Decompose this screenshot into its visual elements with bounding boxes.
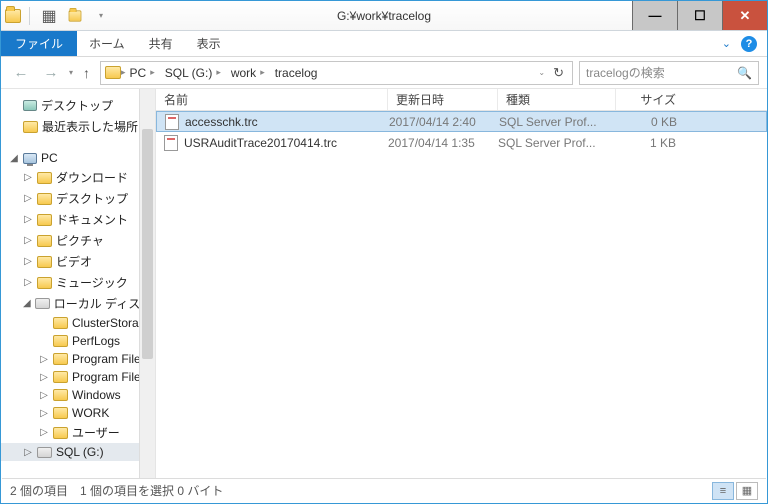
tree-item[interactable]: ▷ビデオ: [1, 251, 155, 272]
search-placeholder: tracelogの検索: [586, 64, 665, 81]
close-button[interactable]: ✕: [722, 1, 767, 30]
view-details-button[interactable]: ≡: [712, 482, 734, 500]
ribbon-file-tab[interactable]: ファイル: [1, 31, 77, 56]
file-icon: [165, 114, 179, 130]
folder-icon: [23, 121, 38, 133]
tree-item[interactable]: ▷Windows: [1, 386, 155, 404]
search-icon: 🔍: [737, 66, 752, 80]
tree-item[interactable]: ▷デスクトップ: [1, 188, 155, 209]
column-headers[interactable]: 名前 更新日時 種類 サイズ: [156, 89, 767, 111]
file-list: 名前 更新日時 種類 サイズ accesschk.trc 2017/04/14 …: [156, 89, 767, 479]
navigation-tree[interactable]: デスクトップ 最近表示した場所 ◢PC ▷ダウンロード ▷デスクトップ ▷ドキュ…: [1, 89, 156, 479]
qat-newfolder-icon[interactable]: [64, 5, 86, 27]
tree-item[interactable]: ▷Program Files: [1, 368, 155, 386]
file-row[interactable]: accesschk.trc 2017/04/14 2:40 SQL Server…: [156, 111, 767, 132]
nav-forward-button[interactable]: →: [39, 61, 63, 85]
file-icon: [164, 135, 178, 151]
ribbon-expand-icon[interactable]: ⌄: [722, 37, 731, 50]
desktop-icon: [23, 100, 37, 111]
col-size[interactable]: サイズ: [616, 89, 696, 110]
status-selection: 1 個の項目を選択 0 バイト: [80, 482, 223, 499]
maximize-button[interactable]: ☐: [677, 1, 722, 30]
help-icon[interactable]: ?: [741, 36, 757, 52]
qat-properties-icon[interactable]: ▦: [38, 5, 60, 27]
app-icon: [5, 9, 21, 23]
tree-item-recent[interactable]: 最近表示した場所: [1, 116, 155, 137]
col-name[interactable]: 名前: [156, 89, 388, 110]
tree-item-drive-sql[interactable]: ▷SQL (G:): [1, 443, 155, 461]
tree-item[interactable]: ▷Program Files: [1, 350, 155, 368]
tree-item[interactable]: ▷WORK: [1, 404, 155, 422]
drive-icon: [37, 447, 52, 458]
ribbon-tab-view[interactable]: 表示: [185, 31, 233, 56]
ribbon-tab-home[interactable]: ホーム: [77, 31, 137, 56]
folder-icon: [105, 66, 121, 79]
window-title: G:¥work¥tracelog: [337, 9, 431, 23]
tree-item[interactable]: ClusterStorag: [1, 314, 155, 332]
tree-item-pc[interactable]: ◢PC: [1, 149, 155, 167]
search-input[interactable]: tracelogの検索 🔍: [579, 61, 759, 85]
breadcrumb-item[interactable]: tracelog: [271, 66, 324, 80]
titlebar: ▦ ▾ G:¥work¥tracelog — ☐ ✕: [1, 1, 767, 31]
nav-back-button[interactable]: ←: [9, 61, 33, 85]
address-dropdown-icon[interactable]: ⌄: [538, 68, 545, 77]
tree-item[interactable]: ▷ミュージック: [1, 272, 155, 293]
nav-up-button[interactable]: ↑: [79, 65, 94, 81]
tree-item[interactable]: ▷ピクチャ: [1, 230, 155, 251]
breadcrumb-item[interactable]: PC▸: [126, 66, 161, 80]
tree-item[interactable]: PerfLogs: [1, 332, 155, 350]
tree-item[interactable]: ▷ダウンロード: [1, 167, 155, 188]
nav-history-dropdown[interactable]: ▾: [69, 68, 73, 77]
tree-item[interactable]: ▷ドキュメント: [1, 209, 155, 230]
ribbon: ファイル ホーム 共有 表示 ⌄ ?: [1, 31, 767, 57]
tree-item-desktop[interactable]: デスクトップ: [1, 95, 155, 116]
tree-item[interactable]: ▷ユーザー: [1, 422, 155, 443]
statusbar: 2 個の項目 1 個の項目を選択 0 バイト ≡ ▦: [2, 478, 766, 502]
col-date[interactable]: 更新日時: [388, 89, 498, 110]
refresh-icon[interactable]: ↻: [553, 65, 564, 81]
drive-icon: [35, 298, 50, 309]
address-bar[interactable]: ▸ PC▸ SQL (G:)▸ work▸ tracelog ⌄ ↻: [100, 61, 573, 85]
tree-scrollbar[interactable]: [139, 89, 155, 479]
view-icons-button[interactable]: ▦: [736, 482, 758, 500]
minimize-button[interactable]: —: [632, 1, 677, 30]
qat-dropdown-icon[interactable]: ▾: [90, 5, 112, 27]
pc-icon: [23, 153, 37, 164]
status-count: 2 個の項目: [10, 482, 68, 499]
breadcrumb-item[interactable]: SQL (G:)▸: [161, 66, 227, 80]
tree-item-drive-c[interactable]: ◢ローカル ディスク (C:): [1, 293, 155, 314]
navbar: ← → ▾ ↑ ▸ PC▸ SQL (G:)▸ work▸ tracelog ⌄…: [1, 57, 767, 89]
ribbon-tab-share[interactable]: 共有: [137, 31, 185, 56]
col-type[interactable]: 種類: [498, 89, 616, 110]
breadcrumb-item[interactable]: work▸: [227, 66, 271, 80]
file-row[interactable]: USRAuditTrace20170414.trc 2017/04/14 1:3…: [156, 132, 767, 153]
